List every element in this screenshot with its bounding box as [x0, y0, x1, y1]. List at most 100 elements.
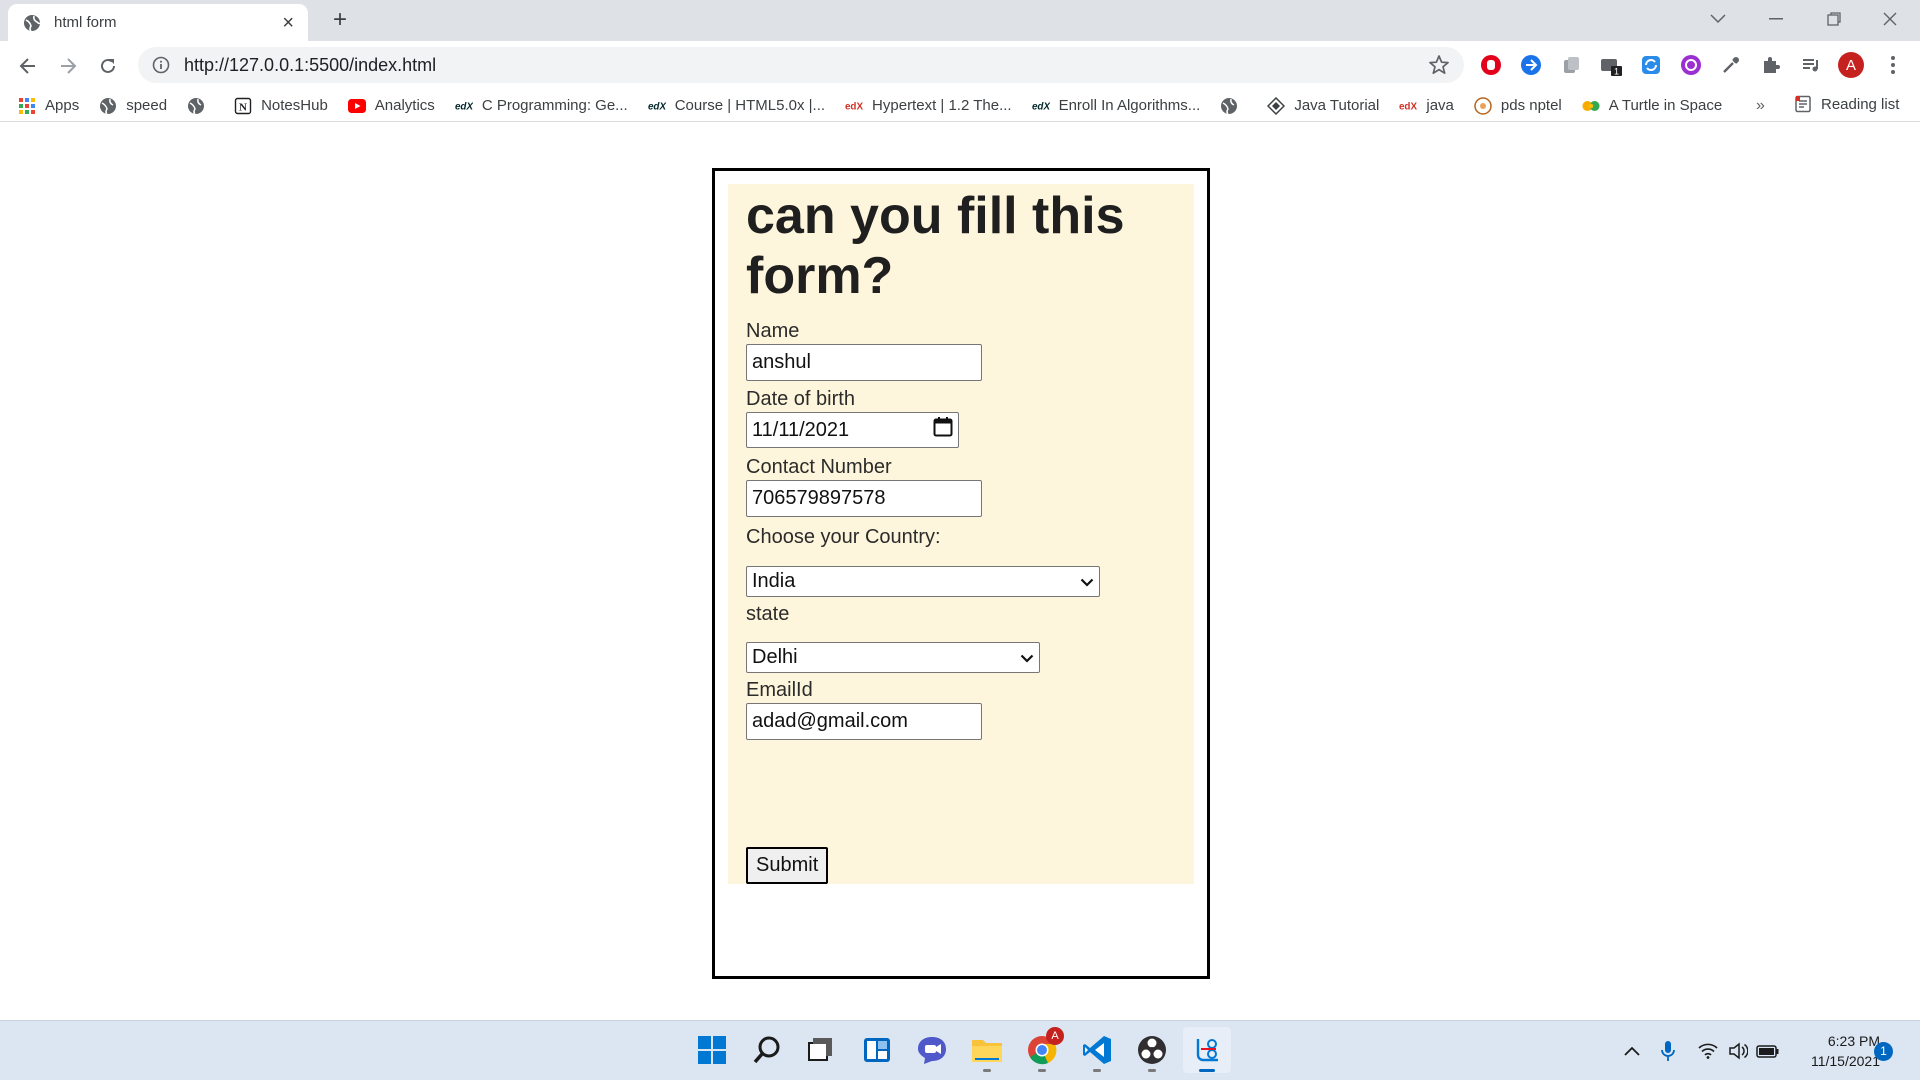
bookmark-label: Apps — [45, 97, 80, 114]
more-bookmarks-chevron[interactable]: » — [1756, 97, 1765, 115]
dob-date-input[interactable]: 11/11/2021 — [746, 412, 959, 448]
running-indicator — [1093, 1069, 1101, 1072]
edx-icon: edX — [1399, 97, 1417, 115]
opera-adblock-icon[interactable] — [1478, 52, 1504, 78]
close-window-icon[interactable] — [1862, 0, 1918, 38]
task-view-icon[interactable] — [796, 1027, 844, 1073]
bookmark-label: Hypertext | 1.2 The... — [872, 97, 1012, 114]
notification-badge[interactable]: 1 — [1874, 1042, 1893, 1061]
bookmark-globe[interactable] — [187, 97, 214, 115]
bookmark-apps[interactable]: Apps — [18, 97, 79, 115]
edx-icon: edX — [1032, 97, 1050, 115]
obs-studio-icon[interactable] — [1128, 1027, 1176, 1073]
purple-extension-icon[interactable] — [1678, 52, 1704, 78]
wifi-icon[interactable] — [1696, 1039, 1720, 1063]
bookmark-label: A Turtle in Space — [1608, 97, 1723, 114]
submit-button[interactable]: Submit — [746, 847, 829, 884]
bookmark-java-tutorial[interactable]: Java Tutorial — [1267, 96, 1379, 115]
bookmark-analytics[interactable]: Analytics — [347, 97, 435, 115]
volume-icon[interactable] — [1726, 1039, 1750, 1063]
snipping-tool-icon[interactable] — [1183, 1027, 1231, 1073]
search-icon[interactable] — [743, 1027, 791, 1073]
info-icon[interactable] — [152, 56, 170, 74]
name-input[interactable]: anshul — [746, 344, 982, 381]
bookmark-java[interactable]: edX java — [1399, 97, 1454, 115]
address-bar[interactable]: http://127.0.0.1:5500/index.html — [138, 47, 1464, 83]
chrome-icon[interactable]: A — [1018, 1027, 1066, 1073]
dob-label: Date of birth — [746, 388, 855, 410]
state-label: state — [746, 603, 790, 625]
copy-extension-icon[interactable] — [1558, 52, 1584, 78]
vscode-icon[interactable] — [1073, 1027, 1121, 1073]
clock[interactable]: 6:23 PM 11/15/2021 — [1780, 1031, 1880, 1071]
globe-icon — [22, 13, 42, 33]
contact-number-input[interactable]: 706579897578 — [746, 480, 982, 517]
browser-toolbar: http://127.0.0.1:5500/index.html 1 A — [0, 41, 1920, 90]
url-text: http://127.0.0.1:5500/index.html — [184, 54, 437, 75]
media-playlist-icon[interactable] — [1798, 52, 1824, 78]
file-explorer-icon[interactable] — [963, 1027, 1011, 1073]
browser-tab[interactable]: html form × — [8, 4, 308, 41]
bookmark-course-html5[interactable]: edX Course | HTML5.0x |... — [648, 97, 825, 115]
back-arrow-icon[interactable] — [12, 50, 44, 82]
bookmark-pds-nptel[interactable]: pds nptel — [1474, 96, 1562, 115]
name-label: Name — [746, 320, 800, 342]
widgets-icon[interactable] — [853, 1027, 901, 1073]
bookmark-label: pds nptel — [1500, 97, 1562, 114]
kebab-menu-icon[interactable] — [1880, 52, 1906, 78]
profile-initial: A — [1838, 52, 1864, 78]
extension-badge: 1 — [1614, 67, 1619, 77]
restore-icon[interactable] — [1806, 0, 1862, 38]
puzzle-extensions-icon[interactable] — [1758, 52, 1784, 78]
country-select[interactable]: India — [746, 566, 1100, 597]
briefcase-extension-icon[interactable]: 1 — [1598, 52, 1624, 78]
sync-extension-icon[interactable] — [1638, 52, 1664, 78]
svg-text:edX: edX — [648, 101, 666, 112]
calendar-icon[interactable] — [933, 416, 953, 444]
edx-icon: edX — [455, 97, 473, 115]
bookmark-turtle-in-space[interactable]: A Turtle in Space — [1582, 97, 1722, 115]
edx-icon: edX — [648, 97, 666, 115]
form-container: can you fill this form? Name anshul Date… — [712, 168, 1210, 979]
windows-start-icon[interactable] — [688, 1027, 736, 1073]
notion-icon: N — [234, 97, 252, 115]
email-input[interactable]: adad@gmail.com — [746, 703, 982, 740]
eyedropper-icon[interactable] — [1718, 52, 1744, 78]
active-indicator — [1199, 1069, 1215, 1072]
bookmark-enroll-algorithms[interactable]: edX Enroll In Algorithms... — [1032, 97, 1201, 115]
bookmark-star-icon[interactable] — [1428, 54, 1450, 76]
state-select[interactable]: Delhi — [746, 642, 1040, 673]
tab-search-icon[interactable] — [1690, 0, 1746, 38]
svg-text:edX: edX — [455, 101, 473, 112]
reload-icon[interactable] — [92, 50, 124, 82]
bookmark-label: Course | HTML5.0x |... — [674, 97, 826, 114]
profile-avatar[interactable]: A — [1838, 52, 1864, 78]
reading-list-label: Reading list — [1821, 95, 1900, 113]
windows-taskbar: A 6:23 PM 11/15/2021 1 — [0, 1020, 1920, 1080]
battery-icon[interactable] — [1756, 1039, 1780, 1063]
close-tab-icon[interactable]: × — [282, 13, 294, 33]
bookmark-globe-2[interactable] — [1220, 97, 1247, 115]
bookmark-noteshub[interactable]: N NotesHub — [234, 97, 328, 115]
reading-list-icon — [1794, 95, 1812, 113]
bookmark-label: Analytics — [374, 97, 435, 114]
dob-value: 11/11/2021 — [752, 418, 850, 441]
bookmark-c-programming[interactable]: edX C Programming: Ge... — [455, 97, 628, 115]
email-value: adad@gmail.com — [752, 710, 908, 732]
new-tab-button[interactable]: + — [326, 6, 354, 34]
svg-text:edX: edX — [845, 101, 863, 112]
bookmark-label: C Programming: Ge... — [481, 97, 628, 114]
form-title: can you fill this form? — [746, 187, 1125, 305]
running-indicator — [983, 1069, 991, 1072]
teams-chat-icon[interactable] — [908, 1027, 956, 1073]
bookmark-speed[interactable]: speed — [99, 97, 167, 115]
bookmark-label: java — [1426, 97, 1454, 114]
chevron-up-icon[interactable] — [1620, 1039, 1644, 1063]
reading-list-button[interactable]: Reading list — [1794, 95, 1899, 113]
microphone-icon[interactable] — [1656, 1039, 1680, 1063]
forward-arrow-icon[interactable] — [52, 50, 84, 82]
state-value: Delhi — [752, 646, 798, 668]
bookmark-hypertext[interactable]: edX Hypertext | 1.2 The... — [845, 97, 1012, 115]
minimize-icon[interactable] — [1748, 0, 1804, 38]
extension-blue-circle-icon[interactable] — [1518, 52, 1544, 78]
